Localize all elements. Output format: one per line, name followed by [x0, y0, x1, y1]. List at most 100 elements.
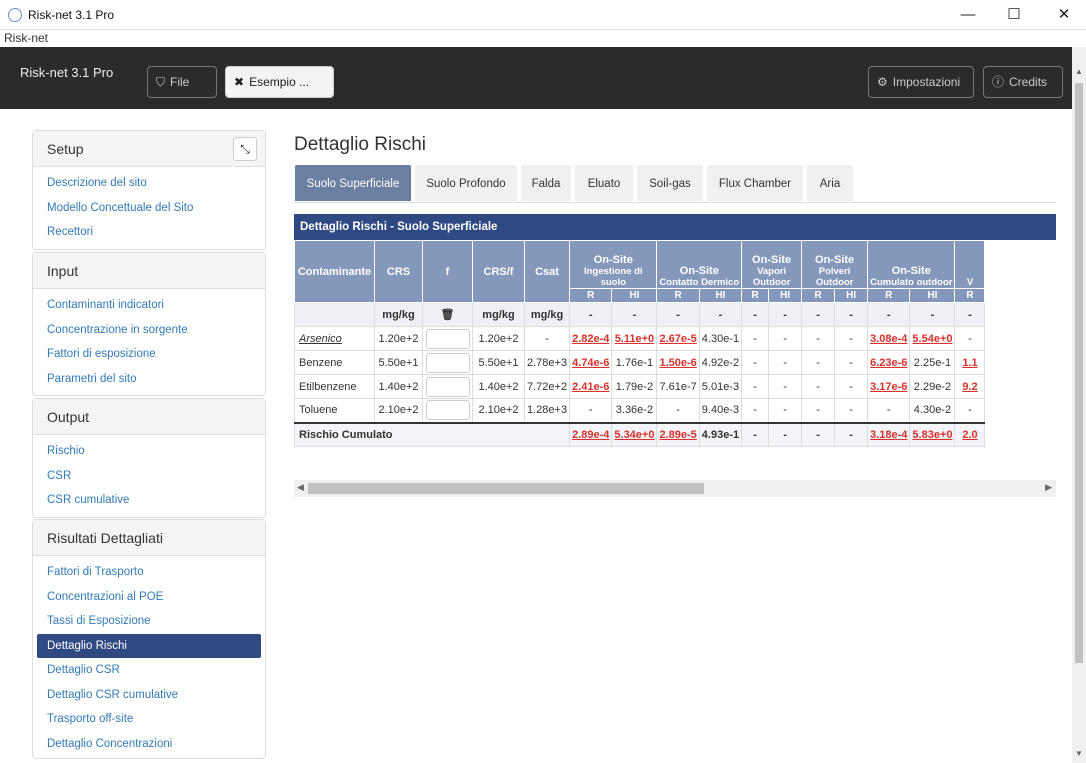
total-value-cell[interactable]: 3.18e-4 — [867, 421, 911, 447]
navbar-brand[interactable]: Risk-net 3.1 Pro — [20, 65, 113, 80]
tab-suolo-superficiale[interactable]: Suolo Superficiale — [294, 164, 412, 202]
header-group-4: On-Site Cumulato outdoor — [867, 240, 956, 289]
tab-falda[interactable]: Falda — [520, 164, 572, 202]
sidebar-item-csr-cumulative[interactable]: CSR cumulative — [33, 488, 265, 513]
total-value-cell[interactable]: 5.83e+0 — [909, 421, 956, 447]
menu-bar: Risk-net — [0, 30, 1086, 47]
tab-soil-gas[interactable]: Soil-gas — [636, 164, 704, 202]
value-cell[interactable]: 4.74e-6 — [569, 350, 613, 375]
title-bar: Risk-net 3.1 Pro — ☐ ✕ — [0, 0, 1086, 30]
sidebar-item-modello-concettuale-del-sito[interactable]: Modello Concettuale del Sito — [33, 196, 265, 221]
value-cell[interactable]: 2.41e-6 — [569, 374, 613, 399]
csat-cell: 7.72e+2 — [523, 374, 571, 399]
scroll-down-icon[interactable]: ▼ — [1075, 749, 1083, 758]
value-cell: - — [954, 326, 986, 351]
f-input[interactable] — [425, 328, 470, 349]
scroll-right-icon[interactable]: ▶ — [1045, 482, 1052, 493]
total-value-cell: - — [768, 421, 803, 447]
value-cell: - — [768, 374, 803, 399]
table-row: Etilbenzene 1.40e+2 1.40e+2 7.72e+2 2.41e-6 1… — [294, 374, 986, 399]
group-sub: Cumulato outdoor — [870, 277, 953, 288]
header-r: R — [954, 288, 986, 303]
f-input[interactable] — [425, 400, 470, 421]
total-value-cell[interactable]: 5.34e+0 — [611, 421, 658, 447]
f-cell — [422, 326, 473, 351]
contaminant-name[interactable]: Arsenico — [294, 326, 375, 351]
sidebar-item-trasporto-off-site[interactable]: Trasporto off-site — [33, 707, 265, 732]
f-input[interactable] — [425, 376, 470, 397]
sidebar-item-concentrazioni-al-poe[interactable]: Concentrazioni al POE — [33, 585, 265, 610]
unit-cell: - — [909, 302, 956, 327]
sidebar-item-fattori-di-trasporto[interactable]: Fattori di Trasporto — [33, 560, 265, 585]
header-hi: HI — [768, 288, 803, 303]
value-cell[interactable]: 1.1 — [954, 350, 986, 375]
value-cell[interactable]: 5.54e+0 — [909, 326, 956, 351]
sidebar-item-dettaglio-csr-cumulative[interactable]: Dettaglio CSR cumulative — [33, 683, 265, 708]
sidebar-item-csr[interactable]: CSR — [33, 464, 265, 489]
header-crsf: CRS/f — [472, 240, 525, 303]
folder-open-icon: ⛉ — [156, 75, 166, 89]
value-cell[interactable]: 5.11e+0 — [611, 326, 658, 351]
hscroll-thumb[interactable] — [308, 483, 704, 494]
file-button[interactable]: ⛉ File — [147, 66, 217, 98]
sidebar-item-contaminanti-indicatori[interactable]: Contaminanti indicatori — [33, 293, 265, 318]
f-input[interactable] — [425, 352, 470, 373]
sidebar-item-recettori[interactable]: Recettori — [33, 220, 265, 245]
sidebar-item-parametri-del-sito[interactable]: Parametri del sito — [33, 367, 265, 392]
value-cell: - — [801, 326, 836, 351]
unit-cell: - — [698, 302, 743, 327]
output-panel: Output Rischio CSR CSR cumulative — [32, 398, 266, 518]
value-cell[interactable]: 2.67e-5 — [656, 326, 700, 351]
value-cell[interactable]: 2.82e-4 — [569, 326, 613, 351]
total-value-cell[interactable]: 2.89e-5 — [656, 421, 700, 447]
scroll-up-icon[interactable]: ▲ — [1075, 67, 1083, 76]
minimize-button[interactable]: — — [950, 4, 986, 26]
f-cell — [422, 398, 473, 423]
info-icon: ⓘ — [992, 75, 1005, 89]
close-button[interactable]: ✕ — [1046, 4, 1082, 26]
crsf-cell: 1.40e+2 — [472, 374, 525, 399]
tab-suolo-profondo[interactable]: Suolo Profondo — [414, 164, 518, 202]
value-cell[interactable]: 6.23e-6 — [867, 350, 911, 375]
value-cell: 5.01e-3 — [698, 374, 743, 399]
header-r: R — [801, 288, 836, 303]
value-cell[interactable]: 9.2 — [954, 374, 986, 399]
maximize-button[interactable]: ☐ — [996, 4, 1032, 26]
tab-flux-chamber[interactable]: Flux Chamber — [706, 164, 804, 202]
value-cell[interactable]: 1.50e-6 — [656, 350, 700, 375]
sidebar-item-fattori-di-esposizione[interactable]: Fattori di esposizione — [33, 342, 265, 367]
sidebar-item-descrizione-del-sito[interactable]: Descrizione del sito — [33, 171, 265, 196]
header-group-0: On-Site Ingestione di suolo — [569, 240, 658, 289]
trash-cell: 🗑 — [422, 302, 473, 327]
esempio-button[interactable]: ✖ Esempio ... — [225, 66, 334, 98]
scrollbar-thumb[interactable] — [1075, 83, 1083, 663]
header-group-2: On-Site Vapori Outdoor — [741, 240, 803, 289]
tab-aria[interactable]: Aria — [806, 164, 854, 202]
group-sub: Ingestione di suolo — [583, 266, 643, 288]
table-row: Benzene 5.50e+1 5.50e+1 2.78e+3 4.74e-6 1.76e… — [294, 350, 986, 375]
trash-icon[interactable]: 🗑 — [441, 309, 455, 321]
sidebar-item-rischio[interactable]: Rischio — [33, 439, 265, 464]
unit-cell: - — [801, 302, 836, 327]
total-value-cell[interactable]: 2.0 — [954, 421, 986, 447]
value-cell[interactable]: 3.08e-4 — [867, 326, 911, 351]
output-title: Output — [47, 409, 90, 425]
impostazioni-button[interactable]: ⚙ Impostazioni — [868, 66, 974, 98]
sidebar-item-dettaglio-concentrazioni[interactable]: Dettaglio Concentrazioni — [33, 732, 265, 757]
value-cell: - — [569, 398, 613, 423]
scroll-left-icon[interactable]: ◀ — [297, 482, 304, 493]
sidebar-item-concentrazione-in-sorgente[interactable]: Concentrazione in sorgente — [33, 318, 265, 343]
sidebar-item-tassi-di-esposizione[interactable]: Tassi di Esposizione — [33, 609, 265, 634]
tab-eluato[interactable]: Eluato — [574, 164, 634, 202]
collapse-icon[interactable]: ⤡ — [233, 137, 257, 161]
value-cell[interactable]: 3.17e-6 — [867, 374, 911, 399]
vertical-scrollbar[interactable]: ▲ ▼ — [1072, 47, 1086, 763]
header-hi: HI — [698, 288, 743, 303]
total-value-cell[interactable]: 2.89e-4 — [569, 421, 613, 447]
group-top: On-Site — [891, 265, 931, 277]
horizontal-scrollbar[interactable]: ◀ ▶ — [294, 480, 1056, 497]
credits-button[interactable]: ⓘ Credits — [983, 66, 1063, 98]
menu-risknet[interactable]: Risk-net — [4, 31, 48, 45]
sidebar-item-dettaglio-csr[interactable]: Dettaglio CSR — [33, 658, 265, 683]
sidebar-item-dettaglio-rischi[interactable]: Dettaglio Rischi — [37, 633, 261, 658]
